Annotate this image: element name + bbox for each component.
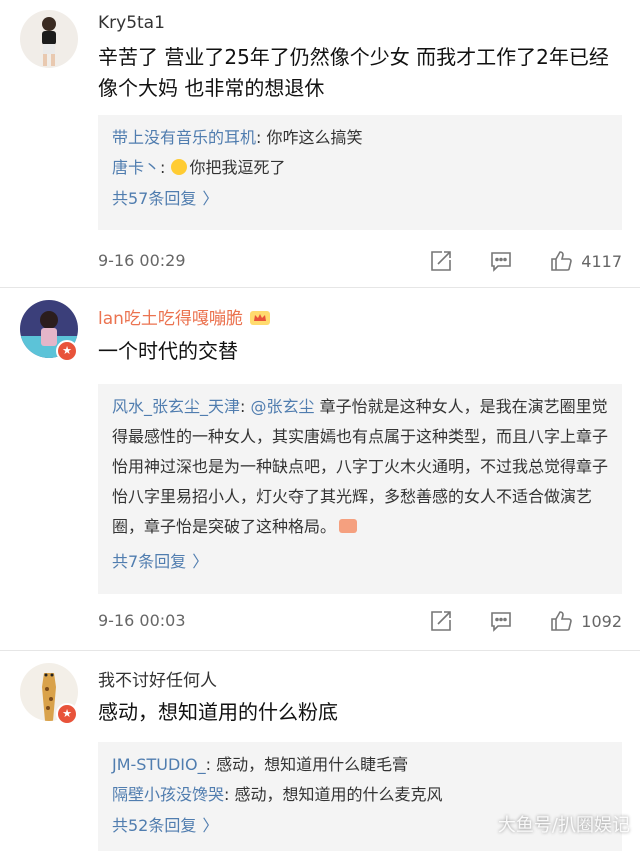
username[interactable]: lan吃土吃得嘎嘣脆	[98, 304, 271, 329]
username[interactable]: Kry5ta1	[98, 13, 165, 33]
avatar[interactable]	[20, 10, 78, 68]
verified-badge-icon: ★	[56, 340, 78, 362]
comment-icon[interactable]	[489, 249, 513, 273]
more-replies-link[interactable]: 共7条回复〉	[112, 546, 608, 578]
reply-separator: :	[224, 785, 235, 804]
reply-username[interactable]: JM-STUDIO_	[112, 755, 206, 774]
comment-text: 感动，想知道用的什么粉底	[98, 700, 338, 724]
reply-text: 你把我逗死了	[189, 158, 286, 177]
watermark: 大鱼号/扒圈娱记	[497, 815, 630, 836]
like-icon[interactable]	[549, 609, 573, 633]
timestamp: 9-16 00:29	[98, 251, 186, 270]
reply-username[interactable]: 风水_张玄尘_天津	[112, 397, 240, 416]
reply-username[interactable]: 带上没有音乐的耳机	[112, 128, 256, 147]
timestamp: 9-16 00:03	[98, 611, 186, 630]
chevron-right-icon: 〉	[192, 552, 209, 571]
reply-box: 风水_张玄尘_天津: @张玄尘 章子怡就是这种女人，是我在演艺圈里觉得最感性的一…	[98, 384, 622, 594]
reply: 唐卡丶: 你把我逗死了	[112, 153, 608, 183]
share-icon[interactable]	[429, 609, 453, 633]
reply: 隔壁小孩没馋哭: 感动，想知道用的什么麦克风	[112, 780, 608, 810]
laughing-emoji-icon	[170, 159, 187, 175]
verified-badge-icon: ★	[56, 703, 78, 725]
username-text: lan吃土吃得嘎嘣脆	[98, 309, 243, 329]
divider	[0, 650, 640, 651]
reply-separator: :	[240, 397, 251, 416]
more-replies-label: 共7条回复	[112, 552, 187, 571]
more-replies-link[interactable]: 共57条回复〉	[112, 183, 608, 215]
reply-box: 带上没有音乐的耳机: 你咋这么搞笑 唐卡丶: 你把我逗死了 共57条回复〉	[98, 115, 622, 230]
reply: 风水_张玄尘_天津: @张玄尘 章子怡就是这种女人，是我在演艺圈里觉得最感性的一…	[112, 392, 608, 542]
crown-icon	[249, 311, 270, 325]
reply: JM-STUDIO_: 感动，想知道用什么睫毛膏	[112, 750, 608, 780]
comment-meta: 9-16 00:03 1092	[98, 607, 622, 635]
sticker-emoji-icon	[339, 519, 358, 533]
mention-link[interactable]: @张玄尘	[251, 397, 315, 416]
divider	[0, 287, 640, 288]
action-bar: 4117	[393, 247, 622, 275]
more-replies-label: 共57条回复	[112, 189, 197, 208]
like-count: 1092	[581, 611, 622, 631]
reply-separator: :	[160, 158, 171, 177]
username[interactable]: 我不讨好任何人	[98, 666, 217, 691]
reply: 带上没有音乐的耳机: 你咋这么搞笑	[112, 123, 608, 153]
reply-separator: :	[205, 755, 217, 774]
chevron-right-icon: 〉	[202, 189, 219, 208]
like-icon[interactable]	[549, 249, 573, 273]
more-replies-label: 共52条回复	[112, 816, 197, 835]
share-icon[interactable]	[429, 249, 453, 273]
like-count: 4117	[581, 251, 622, 271]
chevron-right-icon: 〉	[202, 816, 219, 835]
reply-text: 感动，想知道用的什么麦克风	[234, 785, 443, 804]
reply-username[interactable]: 隔壁小孩没馋哭	[112, 785, 224, 804]
reply-separator: :	[256, 128, 267, 147]
reply-username[interactable]: 唐卡丶	[112, 158, 160, 177]
comment-icon[interactable]	[489, 609, 513, 633]
comment-text: 辛苦了 营业了25年了仍然像个少女 而我才工作了2年已经像个大妈 也非常的想退休	[98, 45, 609, 100]
reply-text: 感动，想知道用什么睫毛膏	[216, 755, 409, 774]
comment-meta: 9-16 00:29 4117	[98, 247, 622, 275]
comment-text: 一个时代的交替	[98, 339, 238, 363]
reply-text: 你咋这么搞笑	[266, 128, 363, 147]
action-bar: 1092	[393, 607, 622, 635]
reply-text: 章子怡就是这种女人，是我在演艺圈里觉得最感性的一种女人，其实唐嫣也有点属于这种类…	[112, 397, 609, 536]
